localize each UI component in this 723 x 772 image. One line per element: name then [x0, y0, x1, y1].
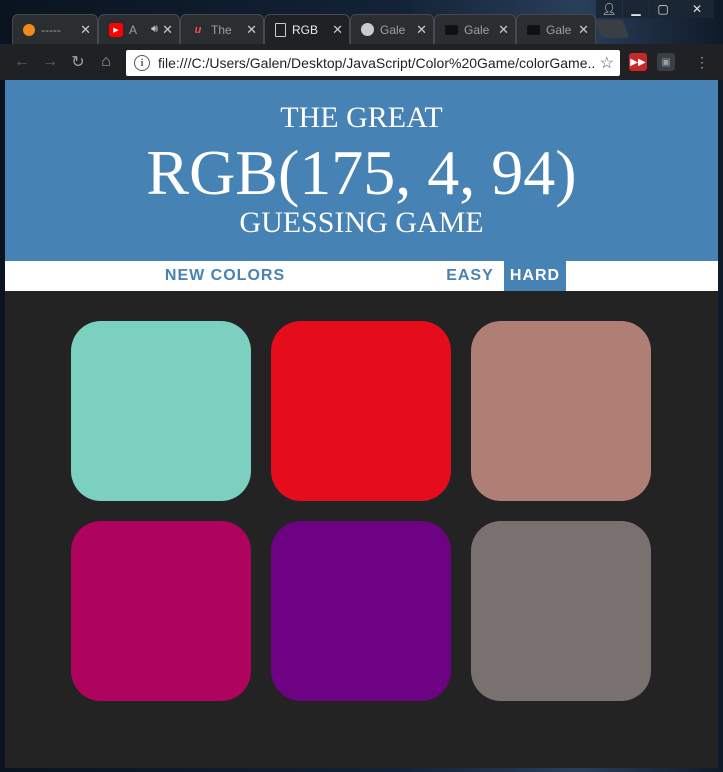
tab-title: Gale — [464, 22, 490, 37]
close-icon[interactable]: ✕ — [162, 22, 173, 38]
close-icon[interactable]: ✕ — [416, 22, 427, 38]
tab-title: Gale — [546, 22, 572, 37]
color-square[interactable] — [271, 321, 451, 501]
color-square[interactable] — [471, 321, 651, 501]
extension-2-icon[interactable]: ▣ — [657, 53, 675, 71]
star-icon[interactable]: ☆ — [600, 53, 614, 73]
speaker-icon[interactable]: 🔊︎ — [151, 23, 158, 36]
close-icon[interactable]: ✕ — [80, 22, 91, 38]
close-window-icon[interactable]: ✕ — [680, 0, 714, 18]
home-icon[interactable]: ⌂ — [96, 52, 116, 72]
tab-strip: ----- ✕ ▶ A 🔊︎ ✕ u The ✕ RGB ✕ Gale ✕ Ga… — [0, 0, 723, 44]
page-content: THE GREAT RGB(175, 4, 94) GUESSING GAME … — [5, 80, 718, 768]
color-square[interactable] — [271, 521, 451, 701]
youtube-icon: ▶ — [109, 22, 123, 37]
profile-icon[interactable]: 👤︎ — [596, 0, 622, 18]
close-icon[interactable]: ✕ — [246, 22, 257, 38]
minimize-icon[interactable]: ▁ — [623, 0, 649, 18]
reload-icon[interactable]: ↻ — [68, 52, 88, 72]
color-square[interactable] — [471, 521, 651, 701]
tab-3[interactable]: u The ✕ — [180, 14, 264, 44]
address-bar[interactable]: i file:///C:/Users/Galen/Desktop/JavaScr… — [126, 50, 620, 76]
new-tab-button[interactable] — [594, 20, 630, 38]
tab-title: A — [129, 22, 138, 37]
info-icon[interactable]: i — [134, 55, 150, 71]
close-icon[interactable]: ✕ — [498, 22, 509, 38]
tab-2[interactable]: ▶ A 🔊︎ ✕ — [98, 14, 180, 44]
tab-1[interactable]: ----- ✕ — [12, 14, 98, 44]
orange-circle-icon — [23, 23, 35, 36]
tab-title: Gale — [380, 22, 406, 37]
address-url[interactable]: file:///C:/Users/Galen/Desktop/JavaScrip… — [158, 55, 594, 71]
folder-icon — [527, 24, 540, 35]
control-stripe: NEW COLORS EASY HARD — [5, 261, 718, 291]
tab-7[interactable]: Gale ✕ — [516, 14, 596, 44]
kebab-menu-icon[interactable]: ⋮ — [693, 53, 711, 71]
tab-title: ----- — [41, 22, 61, 37]
color-square[interactable] — [71, 521, 251, 701]
hard-mode-button[interactable]: HARD — [504, 261, 566, 291]
github-icon — [361, 23, 374, 36]
maximize-icon[interactable]: ▢ — [650, 0, 676, 18]
udemy-icon: u — [194, 23, 202, 36]
target-color-display: RGB(175, 4, 94) — [146, 137, 577, 208]
header-title-top: THE GREAT — [280, 101, 443, 134]
close-icon[interactable]: ✕ — [332, 22, 343, 38]
folder-icon — [445, 24, 458, 35]
tab-title: The — [211, 22, 232, 37]
game-header: THE GREAT RGB(175, 4, 94) GUESSING GAME — [5, 80, 718, 261]
tab-6[interactable]: Gale ✕ — [434, 14, 516, 44]
extension-icon[interactable]: ▶▶ — [629, 53, 647, 71]
tab-title: RGB — [292, 22, 319, 37]
new-colors-button[interactable]: NEW COLORS — [155, 261, 295, 291]
color-square[interactable] — [71, 321, 251, 501]
tab-5[interactable]: Gale ✕ — [350, 14, 434, 44]
browser-window: ----- ✕ ▶ A 🔊︎ ✕ u The ✕ RGB ✕ Gale ✕ Ga… — [0, 0, 723, 772]
back-arrow-icon[interactable]: ← — [12, 52, 32, 72]
easy-mode-button[interactable]: EASY — [441, 261, 499, 291]
close-icon[interactable]: ✕ — [578, 22, 589, 38]
tab-4-active[interactable]: RGB ✕ — [264, 14, 350, 44]
message-display — [305, 261, 425, 291]
document-icon — [275, 22, 286, 37]
header-title-bottom: GUESSING GAME — [239, 206, 484, 239]
forward-arrow-icon[interactable]: → — [40, 52, 60, 72]
